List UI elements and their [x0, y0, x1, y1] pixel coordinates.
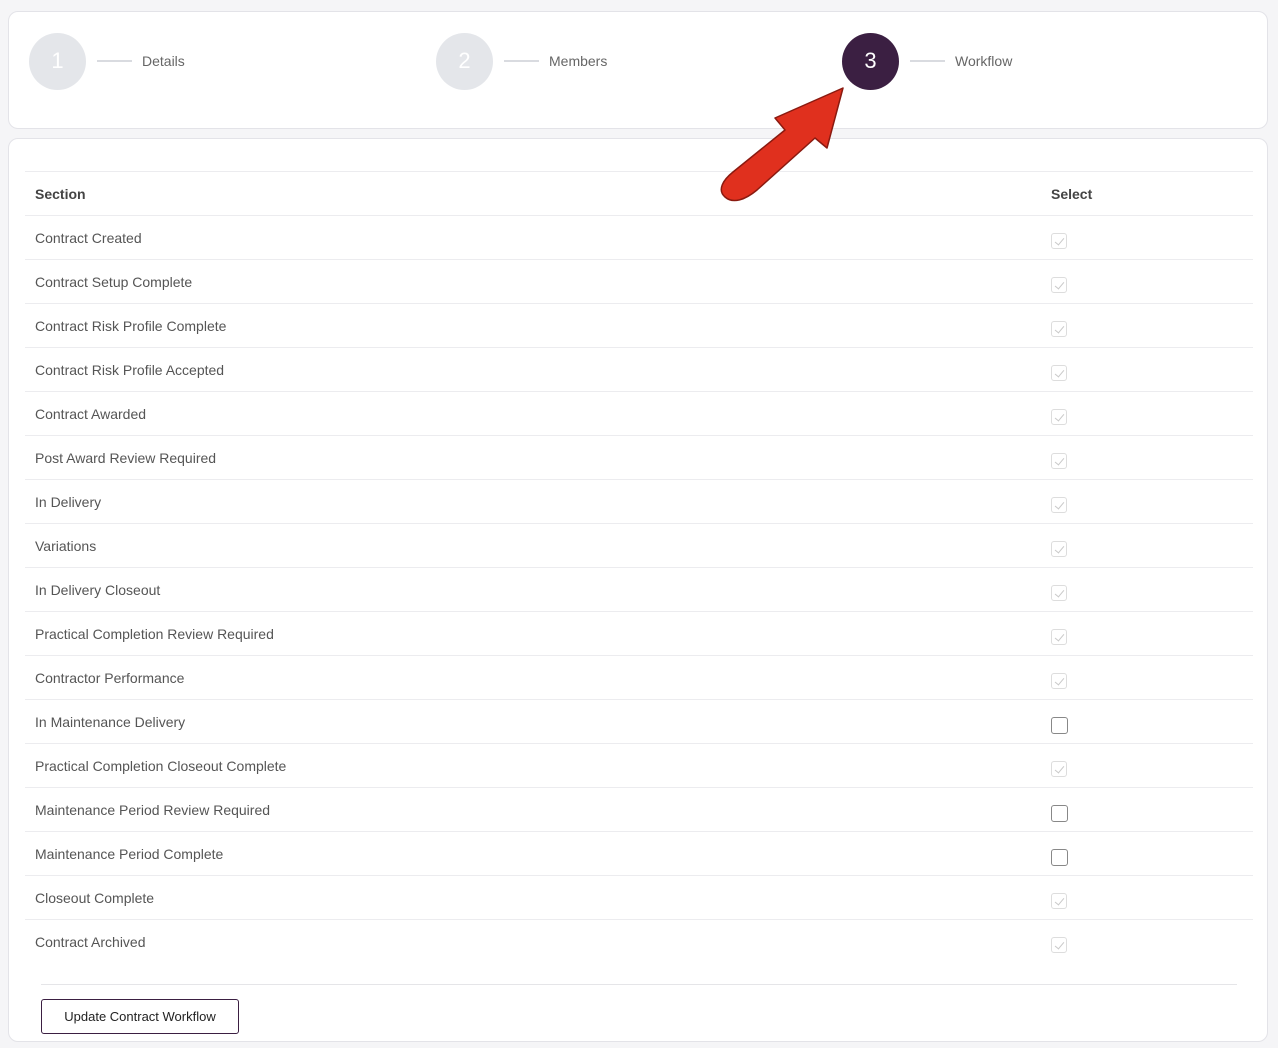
select-cell	[1041, 831, 1253, 876]
table-row: Variations	[25, 523, 1253, 568]
table-row: Contractor Performance	[25, 655, 1253, 700]
checked-checkbox[interactable]	[1051, 453, 1067, 469]
table-row: Closeout Complete	[25, 875, 1253, 920]
checked-checkbox[interactable]	[1051, 365, 1067, 381]
select-cell	[1041, 215, 1253, 260]
checked-checkbox[interactable]	[1051, 893, 1067, 909]
step-1-circle: 1	[29, 32, 86, 90]
table-header-row: Section Select	[25, 171, 1253, 216]
select-cell	[1041, 567, 1253, 612]
section-name: Post Award Review Required	[25, 435, 1041, 480]
select-cell	[1041, 479, 1253, 524]
select-cell	[1041, 875, 1253, 920]
step-3-circle: 3	[842, 32, 899, 90]
unchecked-checkbox[interactable]	[1051, 716, 1068, 734]
checked-checkbox[interactable]	[1051, 409, 1067, 425]
checked-checkbox[interactable]	[1051, 321, 1067, 337]
select-cell	[1041, 699, 1253, 744]
section-name: In Delivery Closeout	[25, 567, 1041, 612]
select-cell	[1041, 259, 1253, 304]
table-row: Practical Completion Review Required	[25, 611, 1253, 656]
select-cell	[1041, 435, 1253, 480]
select-cell	[1041, 523, 1253, 568]
select-cell	[1041, 611, 1253, 656]
table-row: Practical Completion Closeout Complete	[25, 743, 1253, 788]
table-row: Contract Created	[25, 215, 1253, 260]
table-row: Maintenance Period Review Required	[25, 787, 1253, 832]
update-contract-workflow-button[interactable]: Update Contract Workflow	[41, 999, 239, 1034]
checked-checkbox[interactable]	[1051, 585, 1067, 601]
table-row: Contract Archived	[25, 919, 1253, 963]
step-members[interactable]: 2 Members	[436, 32, 607, 90]
section-name: Contract Risk Profile Accepted	[25, 347, 1041, 392]
section-name: Contract Setup Complete	[25, 259, 1041, 304]
select-cell	[1041, 919, 1253, 963]
section-name: Practical Completion Review Required	[25, 611, 1041, 656]
select-cell	[1041, 347, 1253, 392]
footer-divider	[41, 984, 1237, 985]
table-row: Contract Risk Profile Accepted	[25, 347, 1253, 392]
table-row: In Delivery	[25, 479, 1253, 524]
section-name: Contract Archived	[25, 919, 1041, 963]
step-workflow[interactable]: 3 Workflow	[842, 32, 1012, 90]
table-row: In Delivery Closeout	[25, 567, 1253, 612]
step-3-label: Workflow	[955, 53, 1013, 69]
section-name: In Maintenance Delivery	[25, 699, 1041, 744]
step-2-circle: 2	[436, 32, 493, 90]
checked-checkbox[interactable]	[1051, 937, 1067, 953]
section-name: Maintenance Period Review Required	[25, 787, 1041, 832]
select-cell	[1041, 303, 1253, 348]
section-column-header: Section	[25, 171, 1041, 216]
select-column-header: Select	[1041, 171, 1253, 216]
select-cell	[1041, 655, 1253, 700]
table-row: Contract Setup Complete	[25, 259, 1253, 304]
step-2-label: Members	[549, 53, 608, 69]
stepper: 1 Details 2 Members 3 Workflow	[8, 11, 1268, 129]
section-name: Contractor Performance	[25, 655, 1041, 700]
section-name: Variations	[25, 523, 1041, 568]
step-3-connector	[910, 60, 945, 62]
unchecked-checkbox[interactable]	[1051, 848, 1068, 866]
section-name: Maintenance Period Complete	[25, 831, 1041, 876]
step-1-label: Details	[142, 53, 185, 69]
checked-checkbox[interactable]	[1051, 497, 1067, 513]
section-name: Contract Created	[25, 215, 1041, 260]
checked-checkbox[interactable]	[1051, 673, 1067, 689]
section-name: In Delivery	[25, 479, 1041, 524]
section-name: Practical Completion Closeout Complete	[25, 743, 1041, 788]
table-row: Contract Risk Profile Complete	[25, 303, 1253, 348]
unchecked-checkbox[interactable]	[1051, 804, 1068, 822]
select-cell	[1041, 391, 1253, 436]
step-2-connector	[504, 60, 539, 62]
checked-checkbox[interactable]	[1051, 761, 1067, 777]
workflow-card: Section Select Contract Created Contract …	[8, 138, 1268, 1042]
section-name: Closeout Complete	[25, 875, 1041, 920]
table-row: Post Award Review Required	[25, 435, 1253, 480]
table-row: Contract Awarded	[25, 391, 1253, 436]
table-row: Maintenance Period Complete	[25, 831, 1253, 876]
select-cell	[1041, 743, 1253, 788]
step-details[interactable]: 1 Details	[29, 32, 185, 90]
select-cell	[1041, 787, 1253, 832]
table-row: In Maintenance Delivery	[25, 699, 1253, 744]
section-name: Contract Risk Profile Complete	[25, 303, 1041, 348]
section-name: Contract Awarded	[25, 391, 1041, 436]
checked-checkbox[interactable]	[1051, 233, 1067, 249]
step-1-connector	[97, 60, 132, 62]
checked-checkbox[interactable]	[1051, 277, 1067, 293]
checked-checkbox[interactable]	[1051, 629, 1067, 645]
workflow-table: Section Select Contract Created Contract …	[25, 171, 1253, 963]
checked-checkbox[interactable]	[1051, 541, 1067, 557]
